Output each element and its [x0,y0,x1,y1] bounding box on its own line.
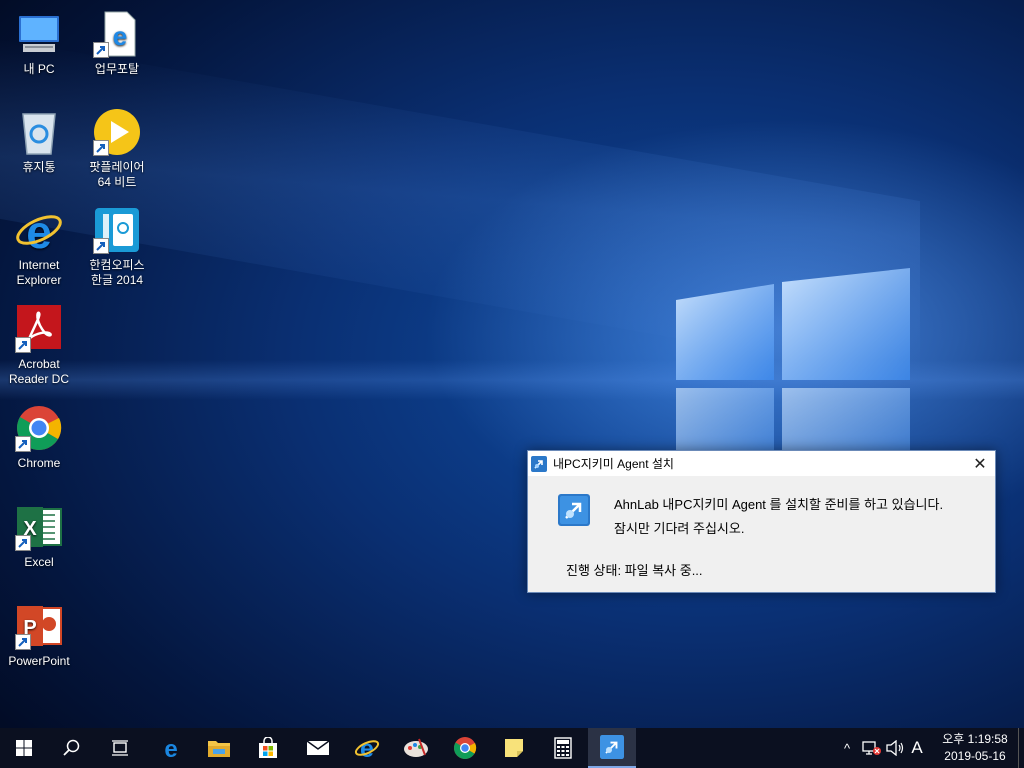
desktop-icon-label-line2: 64 비트 [97,175,137,189]
search-button[interactable] [48,728,96,768]
desktop-icon-hancom-office[interactable]: 한컴오피스 한글 2014 [79,206,155,288]
potplayer-icon [93,108,141,156]
speaker-icon [886,740,904,756]
shortcut-arrow-icon [93,238,109,254]
svg-text:e: e [113,21,127,51]
task-view-button[interactable] [96,728,144,768]
svg-text:e: e [360,735,374,761]
show-desktop-button[interactable] [1018,728,1024,768]
desktop-icon-label-line1: 한컴오피스 [89,258,145,272]
clock-time: 오후 1:19:58 [942,732,1008,746]
folder-icon [208,741,230,757]
acrobat-reader-icon [15,305,63,353]
input-indicator-button[interactable]: A [906,728,928,768]
shortcut-arrow-icon [15,634,31,650]
desktop-icon-chrome[interactable]: Chrome [1,404,77,471]
paint-palette-icon [404,738,428,757]
desktop-icon-acrobat-reader[interactable]: Acrobat Reader DC [1,305,77,387]
close-button[interactable]: ✕ [965,451,995,476]
taskbar: e e ^ A 오후 1:19:58 2019-05-16 [0,728,1024,768]
mail-icon [306,740,330,755]
desktop-icon-potplayer[interactable]: 팟플레이어 64 비트 [79,108,155,190]
shortcut-arrow-icon [15,436,31,452]
dialog-title-bar[interactable]: 내PC지키미 Agent 설치 ✕ [528,451,995,476]
desktop-icon-label: Chrome [17,456,61,470]
agent-setup-icon [558,494,590,526]
network-status-button[interactable] [860,728,884,768]
svg-text:e: e [26,206,52,254]
sticky-note-icon [505,739,523,757]
taskbar-agent-installer[interactable] [588,728,636,768]
desktop-icon-label-line1: Internet [18,258,60,272]
taskbar-calculator[interactable] [539,728,587,768]
close-icon: ✕ [973,455,987,473]
taskbar-sticky-notes[interactable] [490,728,538,768]
desktop-icon-my-pc[interactable]: 내 PC [1,10,77,77]
computer-icon [15,10,63,58]
installer-dialog: 내PC지키미 Agent 설치 ✕ AhnLab 내PC지키미 Agent 를 … [527,450,996,593]
taskbar-clock[interactable]: 오후 1:19:58 2019-05-16 [940,731,1010,765]
taskbar-mail[interactable] [294,728,342,768]
desktop-icon-label-line2: 한글 2014 [90,273,144,287]
taskbar-store[interactable] [244,728,292,768]
excel-icon: X [15,503,63,551]
desktop-icon-label-line1: Acrobat [18,357,60,371]
chrome-icon [15,404,63,452]
taskbar-paint-app[interactable] [392,728,440,768]
taskbar-internet-explorer[interactable]: e [343,728,391,768]
desktop-icon-label-line2: Explorer [16,273,62,287]
desktop-icon-excel[interactable]: X Excel [1,503,77,570]
dialog-title: 내PC지키미 Agent 설치 [553,457,674,471]
edge-icon: e [164,736,177,760]
chrome-icon [454,737,477,759]
volume-button[interactable] [884,728,906,768]
search-icon [63,739,80,756]
dialog-message-line2: 잠시만 기다려 주십시오. [614,521,745,536]
hangul-2014-icon [93,206,141,254]
agent-app-icon [600,735,624,759]
desktop-icon-label-line2: Reader DC [8,372,70,386]
desktop-icon-recycle-bin[interactable]: 휴지통 [1,108,77,175]
recycle-bin-icon [15,108,63,156]
chevron-up-icon: ^ [843,740,851,756]
powerpoint-icon: P [15,602,63,650]
shortcut-arrow-icon [93,140,109,156]
agent-app-icon [531,455,547,472]
task-view-icon [112,740,128,756]
clock-date: 2019-05-16 [944,749,1006,763]
dialog-message-line1: AhnLab 내PC지키미 Agent 를 설치할 준비를 하고 있습니다. [614,497,944,512]
desktop-icon-label: PowerPoint [8,654,70,668]
shortcut-arrow-icon [93,42,109,58]
desktop-icon-label: 업무포탈 [94,62,140,76]
taskbar-chrome[interactable] [441,728,489,768]
desktop-icon-label: 휴지통 [22,160,56,174]
desktop-icon-label: Excel [24,555,54,569]
ie-document-icon: e [93,10,141,58]
store-icon [259,737,277,758]
desktop-icon-internet-explorer[interactable]: e Internet Explorer [1,206,77,288]
shortcut-arrow-icon [15,535,31,551]
show-hidden-icons-button[interactable]: ^ [838,728,856,768]
desktop-icon-powerpoint[interactable]: P PowerPoint [1,602,77,669]
input-mode-label: A [911,738,923,757]
windows-start-icon [16,740,32,756]
internet-explorer-icon: e [15,206,63,258]
network-disconnected-icon [862,741,881,755]
taskbar-file-explorer[interactable] [195,728,243,768]
desktop-icon-work-portal[interactable]: e 업무포탈 [79,10,155,77]
dialog-body: AhnLab 내PC지키미 Agent 를 설치할 준비를 하고 있습니다. 잠… [528,476,995,591]
progress-status-text: 진행 상태: 파일 복사 중... [566,563,703,578]
calculator-icon [554,737,572,759]
start-button[interactable] [0,728,48,768]
internet-explorer-icon: e [354,735,380,761]
desktop-icon-label-line1: 팟플레이어 [89,160,145,174]
shortcut-arrow-icon [15,337,31,353]
taskbar-edge[interactable]: e [147,728,195,768]
desktop-icon-label: 내 PC [23,62,55,76]
svg-text:e: e [164,736,177,760]
